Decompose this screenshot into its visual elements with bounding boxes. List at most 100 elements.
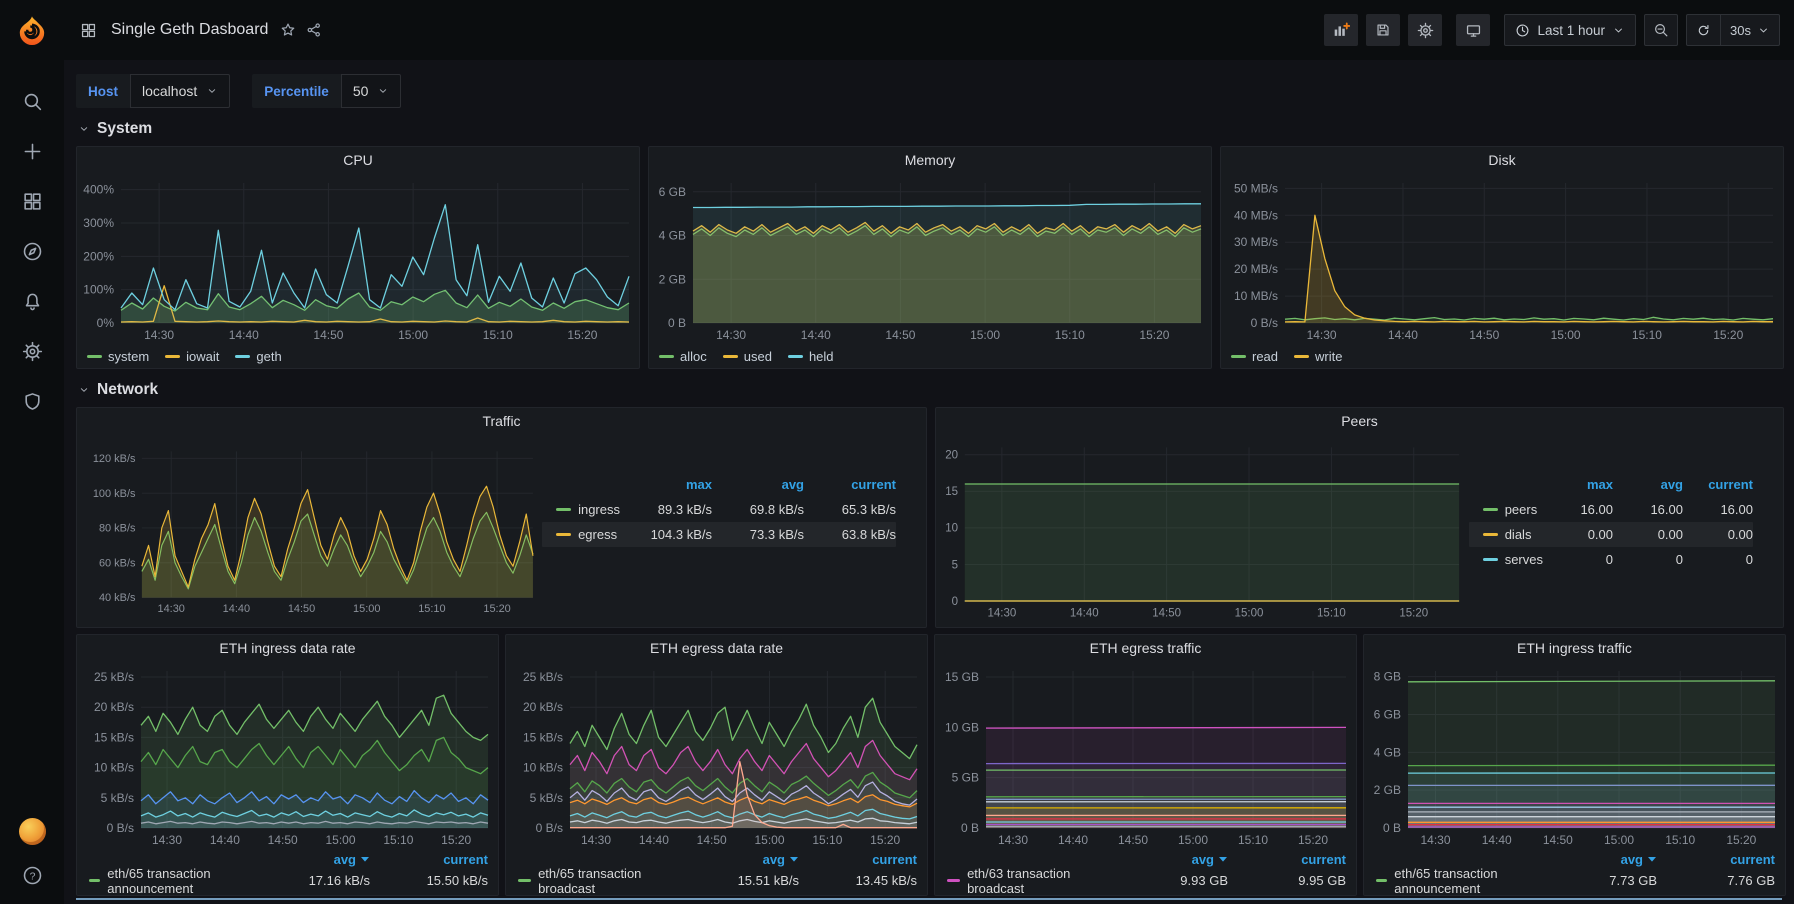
panel-title-peers[interactable]: Peers <box>936 408 1783 434</box>
variable-host-value[interactable]: localhost <box>130 74 230 108</box>
row-toggle-system[interactable]: System <box>78 120 152 138</box>
help-icon[interactable]: ? <box>22 865 43 886</box>
svg-text:120 kB/s: 120 kB/s <box>93 453 136 465</box>
legend-column-current[interactable]: current <box>370 852 488 867</box>
legend-column-current[interactable]: current <box>799 852 917 867</box>
legend-column-current[interactable]: current <box>1228 852 1346 867</box>
refresh-button[interactable] <box>1687 15 1720 45</box>
legend-item[interactable]: eth/65 transaction announcement <box>89 866 252 896</box>
legend-item[interactable]: held <box>788 349 834 364</box>
chart-disk[interactable]: 0 B/s10 MB/s20 MB/s30 MB/s40 MB/s50 MB/s… <box>1221 173 1783 344</box>
sort-caret-icon <box>789 856 799 862</box>
variable-host: Host localhost <box>76 74 230 108</box>
panel-title-eth-egress-rate[interactable]: ETH egress data rate <box>506 635 927 661</box>
sidebar-item-search[interactable] <box>14 88 50 114</box>
panel-legend: avgcurrent eth/65 transaction broadcast … <box>506 849 927 892</box>
sidebar-item-dashboards[interactable] <box>14 188 50 214</box>
svg-text:0 B: 0 B <box>668 316 686 330</box>
legend-column-current[interactable]: current <box>1657 852 1775 867</box>
chart-eth-ingress-rate[interactable]: 0 B/s5 kB/s10 kB/s15 kB/s20 kB/s25 kB/s1… <box>77 661 498 849</box>
legend-row: eth/65 transaction broadcast 15.51 kB/s1… <box>518 869 917 892</box>
chevron-down-icon <box>1757 24 1770 37</box>
legend-item[interactable]: eth/65 transaction announcement <box>1376 866 1539 896</box>
svg-text:15:10: 15:10 <box>812 833 842 847</box>
svg-text:15:00: 15:00 <box>1604 833 1634 847</box>
chart-eth-ingress-traffic[interactable]: 0 B2 GB4 GB6 GB8 GB14:3014:4014:5015:001… <box>1364 661 1785 849</box>
chart-traffic[interactable]: 40 kB/s60 kB/s80 kB/s100 kB/s120 kB/s14:… <box>77 434 542 625</box>
svg-text:15:20: 15:20 <box>1713 328 1743 342</box>
panel-title-traffic[interactable]: Traffic <box>77 408 926 434</box>
panel-title-eth-ingress-rate[interactable]: ETH ingress data rate <box>77 635 498 661</box>
legend-item[interactable]: system <box>87 349 149 364</box>
dashboard-title[interactable]: Single Geth Dasboard <box>111 21 268 39</box>
zoom-out-button[interactable] <box>1644 14 1678 46</box>
legend-column-current[interactable]: current <box>804 477 896 492</box>
legend-item[interactable]: used <box>723 349 772 364</box>
legend-column-avg[interactable]: avg <box>712 477 804 492</box>
legend-value: 16.00 <box>1613 502 1683 517</box>
chart-peers[interactable]: 0510152014:3014:4014:5015:0015:1015:20 <box>936 434 1469 625</box>
legend-column-max[interactable]: max <box>620 477 712 492</box>
panel-title-cpu[interactable]: CPU <box>77 147 639 173</box>
chart-memory[interactable]: 0 B2 GB4 GB6 GB14:3014:4014:5015:0015:10… <box>649 173 1211 344</box>
legend-item[interactable]: ingress <box>542 502 620 517</box>
svg-text:5 kB/s: 5 kB/s <box>530 791 563 805</box>
svg-text:15:20: 15:20 <box>483 603 510 615</box>
dashboard-settings-button[interactable] <box>1408 14 1442 46</box>
legend-item[interactable]: geth <box>235 349 281 364</box>
svg-text:0 B/s: 0 B/s <box>536 821 563 835</box>
legend-item[interactable]: alloc <box>659 349 707 364</box>
panel-title-eth-egress-traffic[interactable]: ETH egress traffic <box>935 635 1356 661</box>
legend-column-avg[interactable]: avg <box>1539 852 1657 867</box>
chart-eth-egress-rate[interactable]: 0 B/s5 kB/s10 kB/s15 kB/s20 kB/s25 kB/s1… <box>506 661 927 849</box>
series-label: held <box>809 349 834 364</box>
row-toggle-network[interactable]: Network <box>78 381 158 399</box>
series-color-dash <box>165 355 180 358</box>
panel-title-eth-ingress-traffic[interactable]: ETH ingress traffic <box>1364 635 1785 661</box>
chart-cpu[interactable]: 0%100%200%300%400%14:3014:4014:5015:0015… <box>77 173 639 344</box>
legend-item[interactable]: egress <box>542 527 620 542</box>
variable-host-label[interactable]: Host <box>76 74 130 108</box>
refresh-interval-picker[interactable]: 30s <box>1720 15 1779 45</box>
series-color-dash <box>1231 355 1246 358</box>
dashboard-grid-icon[interactable] <box>80 22 97 39</box>
legend-column-max[interactable]: max <box>1543 477 1613 492</box>
time-range-picker[interactable]: Last 1 hour <box>1504 14 1636 46</box>
sidebar-item-create[interactable] <box>14 138 50 164</box>
panel-title-memory[interactable]: Memory <box>649 147 1211 173</box>
cycle-view-mode-button[interactable] <box>1456 14 1490 46</box>
svg-text:8 GB: 8 GB <box>1374 670 1401 684</box>
legend-item[interactable]: eth/65 transaction broadcast <box>518 866 681 896</box>
legend-item[interactable]: iowait <box>165 349 219 364</box>
legend-item[interactable]: serves <box>1469 552 1543 567</box>
svg-text:15:10: 15:10 <box>1317 607 1346 619</box>
legend-column-avg[interactable]: avg <box>1110 852 1228 867</box>
legend-item[interactable]: dials <box>1469 527 1543 542</box>
legend-column-avg[interactable]: avg <box>681 852 799 867</box>
legend-item[interactable]: peers <box>1469 502 1543 517</box>
legend-item[interactable]: read <box>1231 349 1278 364</box>
legend-value: 7.76 GB <box>1657 873 1775 888</box>
svg-text:10: 10 <box>945 523 958 535</box>
legend-column-avg[interactable]: avg <box>1613 477 1683 492</box>
save-dashboard-button[interactable] <box>1366 14 1400 46</box>
user-avatar[interactable] <box>19 818 46 845</box>
legend-column-current[interactable]: current <box>1683 477 1753 492</box>
add-panel-button[interactable] <box>1324 14 1358 46</box>
legend-column-avg[interactable]: avg <box>252 852 370 867</box>
sidebar-item-configuration[interactable] <box>14 338 50 364</box>
variable-percentile-value[interactable]: 50 <box>341 74 402 108</box>
legend-item[interactable]: eth/63 transaction broadcast <box>947 866 1110 896</box>
sidebar-item-explore[interactable] <box>14 238 50 264</box>
share-icon[interactable] <box>306 22 322 38</box>
sidebar-item-alerting[interactable] <box>14 288 50 314</box>
series-color-dash <box>89 879 100 882</box>
variable-percentile-label[interactable]: Percentile <box>252 74 341 108</box>
grafana-logo-icon[interactable] <box>0 0 64 60</box>
chart-eth-egress-traffic[interactable]: 0 B5 GB10 GB15 GB14:3014:4014:5015:0015:… <box>935 661 1356 849</box>
panel-title-disk[interactable]: Disk <box>1221 147 1783 173</box>
svg-text:15:00: 15:00 <box>970 328 1000 342</box>
legend-item[interactable]: write <box>1294 349 1342 364</box>
star-icon[interactable] <box>280 22 296 38</box>
sidebar-item-server-admin[interactable] <box>14 388 50 414</box>
